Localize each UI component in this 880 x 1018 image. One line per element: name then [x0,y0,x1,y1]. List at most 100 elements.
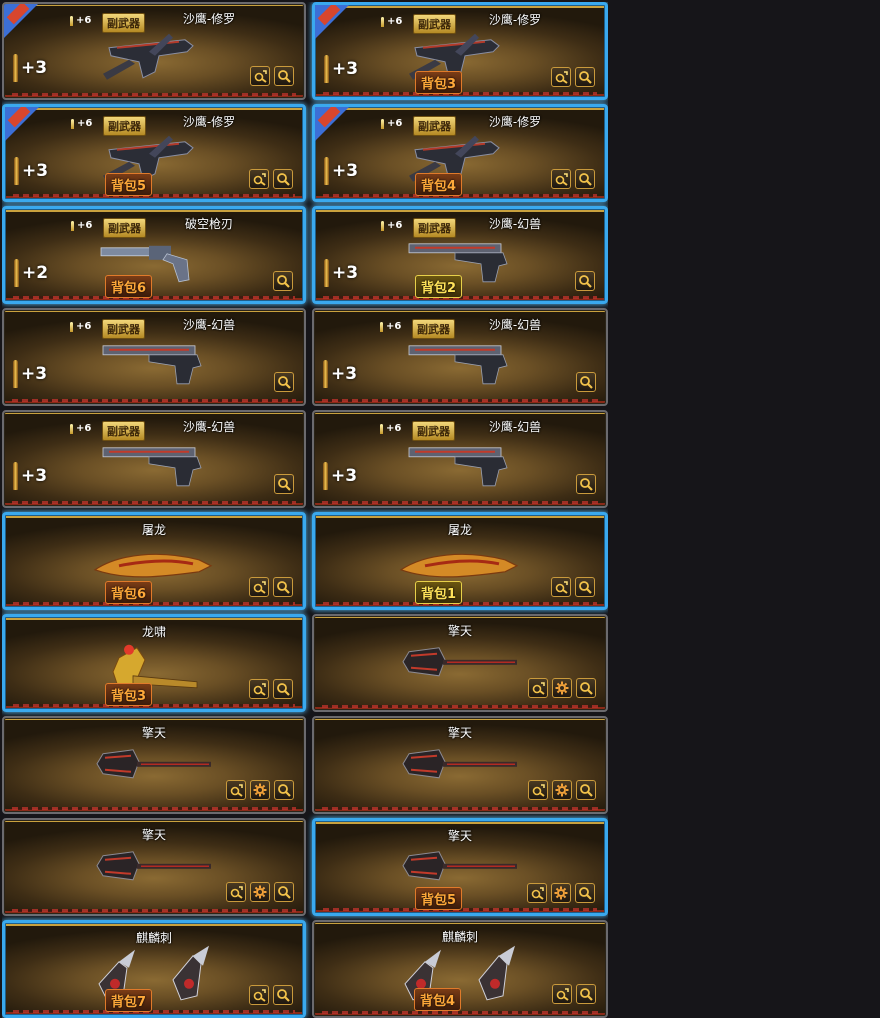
gear-button[interactable] [250,780,270,800]
card-actions [576,372,596,392]
bullet-icon [323,360,328,388]
gear-icon [253,885,267,899]
search-button[interactable] [274,780,294,800]
gear-button[interactable] [552,678,572,698]
weapon-card-5[interactable]: +6 副武器 破空枪刃 +2 背包6 [2,206,306,304]
search-icon [277,581,290,594]
upgrade-icon [253,173,266,186]
weapon-card-16[interactable]: 擎天 [312,716,608,814]
search-button[interactable] [575,577,595,597]
enhance-level-text: +3 [21,58,48,78]
weapon-card-19[interactable]: 麒麟刺 背包7 [2,920,306,1018]
search-button[interactable] [273,271,293,291]
weapon-card-8[interactable]: +6 副武器 沙鹰-幻兽 +3 [312,308,608,406]
weapon-inventory-grid: +6 副武器 沙鹰-修罗 +3 +6 副武器 沙鹰-修罗 +3 背包3 +6 副… [2,2,608,1018]
search-button[interactable] [274,882,294,902]
upgrade-button[interactable] [250,66,270,86]
search-button[interactable] [274,372,294,392]
search-button[interactable] [274,474,294,494]
weapon-name: 沙鹰-幻兽 [182,420,236,434]
weapon-card-18[interactable]: 擎天 背包5 [312,818,608,916]
upgrade-button[interactable] [551,577,571,597]
upgrade-button[interactable] [527,883,547,903]
weapon-image-pistol-long [102,345,202,385]
weapon-name: 沙鹰-幻兽 [488,420,542,434]
upgrade-button[interactable] [551,169,571,189]
search-button[interactable] [273,679,293,699]
corner-ribbon [315,107,349,141]
upgrade-button[interactable] [249,577,269,597]
weapon-card-6[interactable]: +6 副武器 沙鹰-幻兽 +3 背包2 [312,206,608,304]
ammo-bonus-text: +6 [76,423,92,434]
search-button[interactable] [273,169,293,189]
search-button[interactable] [575,271,595,291]
bullet-icon [14,259,19,287]
upgrade-button[interactable] [249,169,269,189]
upgrade-icon [253,683,266,696]
weapon-name: 沙鹰-幻兽 [182,318,236,332]
weapon-card-15[interactable]: 擎天 [2,716,306,814]
search-button[interactable] [273,985,293,1005]
upgrade-button[interactable] [528,780,548,800]
ammo-bonus: +6 [70,15,91,26]
weapon-card-4[interactable]: +6 副武器 沙鹰-修罗 +3 背包4 [312,104,608,202]
weapon-card-1[interactable]: +6 副武器 沙鹰-修罗 +3 [2,2,306,100]
search-icon [278,784,291,797]
card-actions [274,474,294,494]
search-button[interactable] [575,67,595,87]
upgrade-button[interactable] [552,984,572,1004]
weapon-card-9[interactable]: +6 副武器 沙鹰-幻兽 +3 [2,410,306,508]
upgrade-button[interactable] [551,67,571,87]
search-button[interactable] [274,66,294,86]
card-actions [551,169,595,189]
enhance-level: +3 [13,54,47,82]
weapon-card-2[interactable]: +6 副武器 沙鹰-修罗 +3 背包3 [312,2,608,100]
gear-button[interactable] [551,883,571,903]
weapon-card-10[interactable]: +6 副武器 沙鹰-幻兽 +3 [312,410,608,508]
search-button[interactable] [576,678,596,698]
search-icon [579,71,592,84]
search-button[interactable] [576,780,596,800]
search-icon [278,70,291,83]
weapon-card-13[interactable]: 龙啸 背包3 [2,614,306,712]
search-icon [579,581,592,594]
search-button[interactable] [576,474,596,494]
enhance-level: +3 [323,360,357,388]
search-button[interactable] [576,372,596,392]
enhance-level: +3 [324,259,358,287]
upgrade-icon [254,70,267,83]
search-button[interactable] [575,883,595,903]
weapon-card-3[interactable]: +6 副武器 沙鹰-修罗 +3 背包5 [2,104,306,202]
weapon-card-7[interactable]: +6 副武器 沙鹰-幻兽 +3 [2,308,306,406]
weapon-card-14[interactable]: 擎天 [312,614,608,712]
enhance-level-text: +3 [332,263,359,283]
weapon-card-20[interactable]: 麒麟刺 背包4 [312,920,608,1018]
bullet-icon [13,462,18,490]
search-button[interactable] [575,169,595,189]
gear-button[interactable] [552,780,572,800]
enhance-level: +2 [14,259,48,287]
card-actions [575,271,595,291]
upgrade-button[interactable] [249,679,269,699]
upgrade-button[interactable] [528,678,548,698]
upgrade-icon [230,784,243,797]
gear-button[interactable] [250,882,270,902]
bullet-icon [323,462,328,490]
upgrade-icon [253,581,266,594]
search-button[interactable] [576,984,596,1004]
weapon-card-12[interactable]: 屠龙 背包1 [312,512,608,610]
bullet-icon [70,321,73,332]
enhance-level-text: +3 [331,364,358,384]
backpack-slot-badge: 背包2 [415,275,463,298]
search-button[interactable] [273,577,293,597]
bullet-icon [71,220,74,231]
search-icon [580,784,593,797]
backpack-slot-badge: 背包1 [415,581,463,604]
upgrade-button[interactable] [226,882,246,902]
weapon-card-11[interactable]: 屠龙 背包6 [2,512,306,610]
weapon-card-17[interactable]: 擎天 [2,818,306,916]
upgrade-icon [532,682,545,695]
upgrade-button[interactable] [226,780,246,800]
search-icon [579,887,592,900]
upgrade-button[interactable] [249,985,269,1005]
